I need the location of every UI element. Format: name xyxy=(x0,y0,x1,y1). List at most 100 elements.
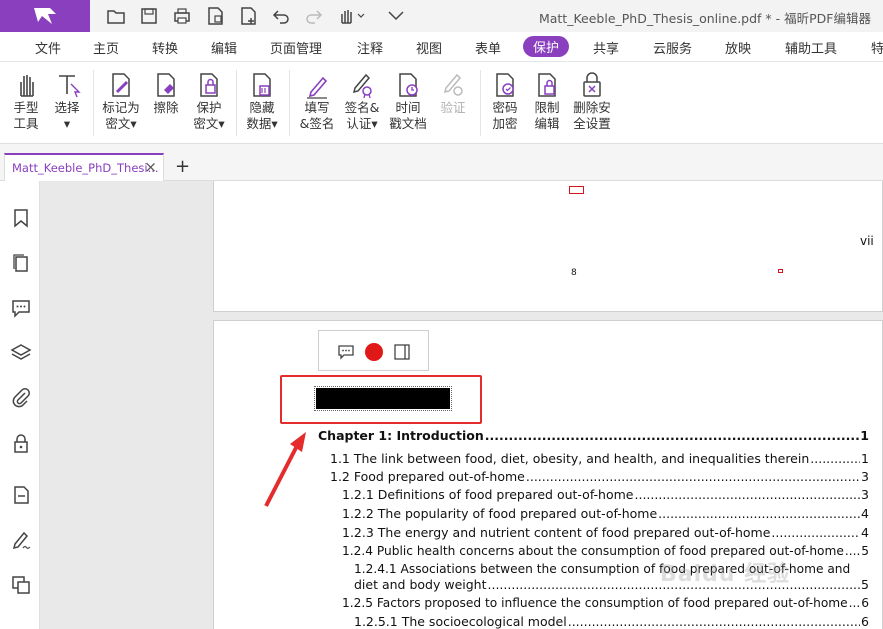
window-title: Matt_Keeble_PhD_Thesis_online.pdf * - 福昕… xyxy=(538,11,871,26)
watermark: Baidu 经验 xyxy=(660,562,791,587)
toc-entry[interactable]: 1.2.1 Definitions of food prepared out-o… xyxy=(342,487,869,505)
erase-label: 擦除 xyxy=(153,100,179,115)
signature-icon[interactable] xyxy=(10,529,32,551)
color-picker-icon[interactable] xyxy=(364,342,384,362)
menu-page-manage[interactable]: 页面管理 xyxy=(270,38,322,57)
mark-redaction-dropdown[interactable]: 密文▾ xyxy=(99,116,143,132)
hide-data-label: 隐藏 xyxy=(249,100,275,115)
toc-entry[interactable]: Chapter 1: Introduction 1 xyxy=(318,428,869,446)
menu-file[interactable]: 文件 xyxy=(35,38,61,57)
restrict-edit-icon xyxy=(538,73,556,97)
erase-button[interactable]: 擦除 xyxy=(144,70,188,142)
undo-icon[interactable] xyxy=(270,5,292,27)
menu-special[interactable]: 特 xyxy=(871,38,883,57)
redaction-mark[interactable] xyxy=(569,186,584,194)
attachment-icon[interactable] xyxy=(10,387,32,409)
menu-edit[interactable]: 编辑 xyxy=(211,38,237,57)
toc-page: 6 xyxy=(861,614,869,629)
timestamp-button[interactable]: 时间 戳文档 xyxy=(386,70,430,142)
document-tab[interactable]: Matt_Keeble_PhD_Thesi... × xyxy=(4,153,164,181)
hide-data-dropdown[interactable]: 数据▾ xyxy=(240,116,284,132)
timestamp-label-2: 戳文档 xyxy=(389,116,427,131)
form-icon[interactable] xyxy=(10,484,32,506)
redaction-mark[interactable] xyxy=(778,269,783,273)
layers-icon[interactable] xyxy=(10,342,32,364)
compare-icon[interactable] xyxy=(10,574,32,596)
pages-icon[interactable] xyxy=(10,252,32,274)
sign-certify-dropdown[interactable]: 认证▾ xyxy=(340,116,384,132)
protect-redaction-icon xyxy=(200,73,218,97)
close-tab-icon[interactable]: × xyxy=(144,158,157,176)
menu-protect[interactable]: 保护 xyxy=(523,36,570,57)
sign-certify-icon xyxy=(352,73,372,99)
erase-icon xyxy=(157,73,175,97)
app-logo xyxy=(0,0,90,32)
redaction-area[interactable] xyxy=(314,386,452,411)
fill-sign-button[interactable]: 填写 &签名 xyxy=(295,70,339,142)
menu-view[interactable]: 视图 xyxy=(416,38,442,57)
password-encrypt-label: 密码 xyxy=(492,100,518,115)
menu-convert[interactable]: 转换 xyxy=(152,38,178,57)
remove-security-label-2: 全设置 xyxy=(573,116,611,131)
toc-title: 1.2.5 Factors proposed to influence the … xyxy=(342,596,848,610)
select-dropdown[interactable]: ▾ xyxy=(45,116,89,132)
hand-tool-icon[interactable] xyxy=(336,5,366,27)
password-encrypt-button[interactable]: 密码 加密 xyxy=(483,70,527,142)
toc-title: 1.2.2 The popularity of food prepared ou… xyxy=(342,506,658,521)
toc-entry[interactable]: 1.1 The link between food, diet, obesity… xyxy=(330,451,869,469)
page-file-icon[interactable] xyxy=(204,5,226,27)
open-folder-icon[interactable] xyxy=(105,5,127,27)
verify-icon xyxy=(443,73,463,96)
toc-entry[interactable]: 1.2.5.1 The socioecological model 6 xyxy=(354,614,869,629)
save-icon[interactable] xyxy=(138,5,160,27)
toc-entry[interactable]: 1.2.3 The energy and nutrient content of… xyxy=(342,525,869,543)
menu-bar: 文件 主页 转换 编辑 页面管理 注释 视图 表单 保护 共享 云服务 放映 辅… xyxy=(0,32,883,62)
hide-data-button[interactable]: 隐藏 数据▾ xyxy=(240,70,284,142)
redo-icon[interactable] xyxy=(303,5,325,27)
menu-accessibility[interactable]: 辅助工具 xyxy=(785,38,837,57)
verify-button[interactable]: 验证 xyxy=(431,70,475,142)
restrict-edit-button[interactable]: 限制 编辑 xyxy=(525,70,569,142)
ribbon-toolbar: 手型 工具 选择 ▾ 标记为 密文▾ 擦除 保护 密文▾ 隐藏 数据▾ 填写 &… xyxy=(0,62,883,144)
properties-panel-icon[interactable] xyxy=(392,342,412,362)
remove-security-button[interactable]: 删除安 全设置 xyxy=(570,70,614,142)
password-encrypt-label-2: 加密 xyxy=(492,116,518,131)
comments-icon[interactable] xyxy=(10,297,32,319)
ribbon-separator xyxy=(236,70,237,136)
sign-certify-button[interactable]: 签名& 认证▾ xyxy=(340,70,384,142)
toc-page: 4 xyxy=(861,525,869,540)
new-file-icon[interactable] xyxy=(237,5,259,27)
menu-share[interactable]: 共享 xyxy=(593,38,619,57)
protect-redaction-dropdown[interactable]: 密文▾ xyxy=(187,116,231,132)
toc-entry[interactable]: diet and body weight 5 xyxy=(354,577,869,595)
toc-title: 1.2.5.1 The socioecological model xyxy=(354,614,567,629)
verify-label: 验证 xyxy=(440,100,466,115)
print-icon[interactable] xyxy=(171,5,193,27)
toc-title: 1.1 The link between food, diet, obesity… xyxy=(330,451,810,466)
toc-entry[interactable]: 1.2.2 The popularity of food prepared ou… xyxy=(342,506,869,524)
menu-comment[interactable]: 注释 xyxy=(357,38,383,57)
new-tab-button[interactable]: + xyxy=(175,156,190,177)
menu-home[interactable]: 主页 xyxy=(93,38,119,57)
hand-tool-label-2: 工具 xyxy=(13,116,39,131)
protect-redaction-label: 保护 xyxy=(196,100,222,115)
customize-dropdown-icon[interactable] xyxy=(385,5,407,27)
remove-security-icon xyxy=(583,72,601,97)
title-bar: Matt_Keeble_PhD_Thesis_online.pdf * - 福昕… xyxy=(0,0,883,32)
protect-redaction-button[interactable]: 保护 密文▾ xyxy=(187,70,231,142)
bookmark-icon[interactable] xyxy=(10,207,32,229)
toc-entry[interactable]: 1.2.5 Factors proposed to influence the … xyxy=(342,596,869,614)
toc-entry[interactable]: 1.2 Food prepared out-of-home 3 xyxy=(330,469,869,487)
menu-form[interactable]: 表单 xyxy=(475,38,501,57)
security-lock-icon[interactable] xyxy=(10,432,32,454)
comment-icon[interactable] xyxy=(336,342,356,362)
mark-redaction-button[interactable]: 标记为 密文▾ xyxy=(99,70,143,142)
select-button[interactable]: 选择 ▾ xyxy=(45,70,89,142)
toc-title: 1.2.3 The energy and nutrient content of… xyxy=(342,525,771,540)
hand-tool-button[interactable]: 手型 工具 xyxy=(4,70,48,142)
menu-present[interactable]: 放映 xyxy=(725,38,751,57)
toc-page: 5 xyxy=(861,577,869,592)
menu-cloud[interactable]: 云服务 xyxy=(653,38,692,57)
toc-page: 4 xyxy=(861,506,869,521)
hand-tool-label: 手型 xyxy=(13,100,39,115)
